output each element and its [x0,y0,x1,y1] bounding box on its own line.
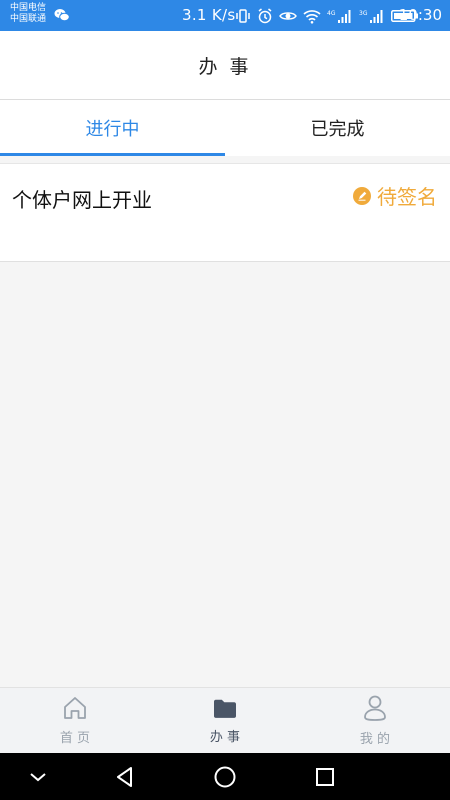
user-icon [364,695,386,721]
nav-label: 办 事 [209,730,241,745]
tab-bar: 进行中 已完成 [0,100,450,156]
page-title: 办 事 [198,55,252,78]
item-title: 个体户网上开业 [12,188,152,212]
tab-label: 进行中 [85,119,140,140]
status-badge: 待签名 [353,181,437,210]
nav-label: 首 页 [59,731,91,746]
recents-square-icon [316,768,334,786]
nav-label: 我 的 [359,732,391,747]
header: 办 事 [0,31,450,100]
pen-icon [353,186,371,205]
wechat-icon [54,9,70,22]
nav-affairs[interactable]: 办 事 [150,688,300,753]
recents-button[interactable] [313,765,337,789]
hide-nav-button[interactable] [26,765,50,789]
back-button[interactable] [113,765,137,789]
wifi-icon [303,10,321,24]
tab-label: 已完成 [310,119,365,140]
clock: 10:30 [398,6,442,24]
status-label: 待签名 [377,185,437,209]
network-speed: 3.1 K/s [182,6,236,24]
svg-text:3G: 3G [359,10,368,17]
alarm-icon [258,8,272,24]
tab-completed[interactable]: 已完成 [225,100,450,156]
carrier-2: 中国联通 [10,14,47,24]
chevron-down-icon [30,773,46,782]
status-bar: 中国电信 中国联通 3.1 K/s 4G 3G 10:30 [0,0,450,31]
system-nav-bar [0,753,450,800]
list-item[interactable]: 个体户网上开业 待签名 [0,163,450,262]
signal-3g-icon: 3G [359,10,383,23]
nav-mine[interactable]: 我 的 [300,688,450,753]
carrier-labels: 中国电信 中国联通 [10,3,46,25]
carrier-1: 中国电信 [10,3,47,13]
tab-in-progress[interactable]: 进行中 [0,100,225,156]
bottom-nav: 首 页 办 事 我 的 [0,687,450,753]
nav-home[interactable]: 首 页 [0,688,150,753]
svg-text:4G: 4G [327,10,336,17]
back-triangle-icon [117,767,132,787]
vibrate-icon [236,9,250,23]
folder-icon [214,699,236,718]
home-button[interactable] [213,765,237,789]
home-circle-icon [214,766,236,788]
home-icon [64,697,86,719]
eye-icon [279,12,297,20]
signal-4g-icon: 4G [327,10,351,23]
